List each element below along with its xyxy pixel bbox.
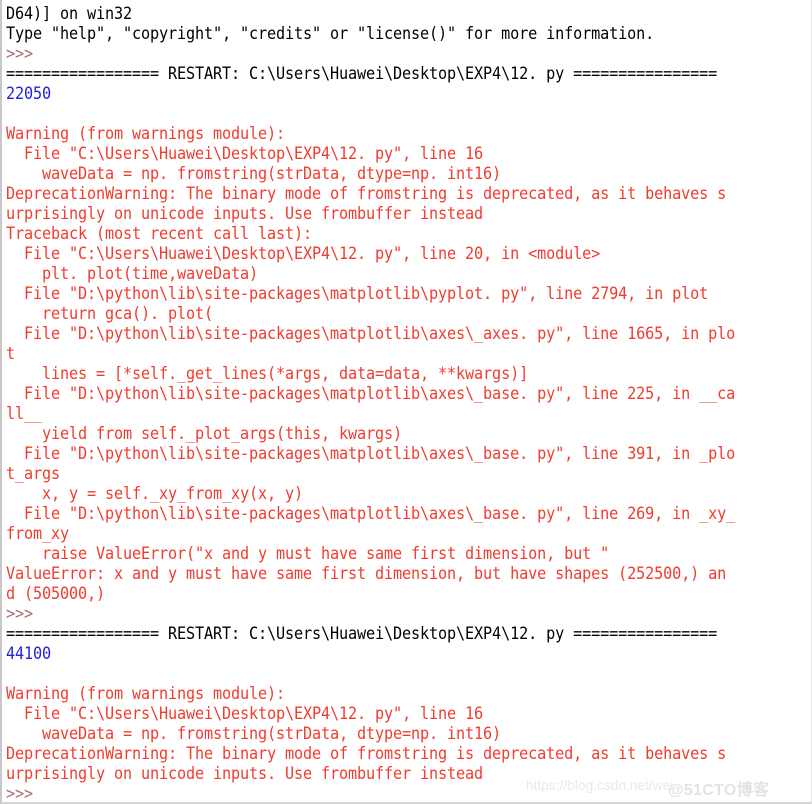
console-line: >>> (6, 44, 34, 63)
console-line: Type "help", "copyright", "credits" or "… (6, 24, 655, 43)
console-line: urprisingly on unicode inputs. Use fromb… (6, 764, 484, 783)
console-line: File "D:\python\lib\site-packages\matplo… (6, 444, 736, 463)
console-line: waveData = np. fromstring(strData, dtype… (6, 164, 502, 183)
console-line: File "D:\python\lib\site-packages\matplo… (6, 284, 709, 303)
console-line: yield from self._plot_args(this, kwargs) (6, 424, 403, 443)
console-line: t_args (6, 464, 61, 483)
console-line: >>> (6, 784, 34, 803)
console-line: 22050 (6, 84, 52, 103)
console-line: Warning (from warnings module): (6, 124, 286, 143)
console-line: return gca(). plot( (6, 304, 214, 323)
console-line: ================= RESTART: C:\Users\Huaw… (6, 64, 718, 83)
console-line: Warning (from warnings module): (6, 684, 286, 703)
console-line: d (505000,) (6, 584, 106, 603)
console-line: from_xy (6, 524, 70, 543)
console-line: File "D:\python\lib\site-packages\matplo… (6, 384, 736, 403)
console-line: raise ValueError("x and y must have same… (6, 544, 610, 563)
console-line: waveData = np. fromstring(strData, dtype… (6, 724, 502, 743)
console-line: 44100 (6, 644, 52, 663)
console-line: Traceback (most recent call last): (6, 224, 313, 243)
console-line: D64)] on win32 (6, 4, 133, 23)
console-output[interactable]: D64)] on win32 Type "help", "copyright", … (6, 4, 811, 803)
python-shell-window[interactable]: D64)] on win32 Type "help", "copyright", … (0, 0, 812, 804)
console-line: ValueError: x and y must have same first… (6, 564, 727, 583)
console-line: File "C:\Users\Huawei\Desktop\EXP4\12. p… (6, 144, 484, 163)
console-line: t (6, 344, 16, 363)
console-line: x, y = self._xy_from_xy(x, y) (6, 484, 304, 503)
console-line: File "C:\Users\Huawei\Desktop\EXP4\12. p… (6, 244, 601, 263)
console-line: plt. plot(time,waveData) (6, 264, 259, 283)
console-line: urprisingly on unicode inputs. Use fromb… (6, 204, 484, 223)
console-line: DeprecationWarning: The binary mode of f… (6, 184, 727, 203)
console-line: lines = [*self._get_lines(*args, data=da… (6, 364, 529, 383)
console-line: File "C:\Users\Huawei\Desktop\EXP4\12. p… (6, 704, 484, 723)
console-line: File "D:\python\lib\site-packages\matplo… (6, 504, 736, 523)
console-line: >>> (6, 604, 34, 623)
console-line: ================= RESTART: C:\Users\Huaw… (6, 624, 718, 643)
console-line: DeprecationWarning: The binary mode of f… (6, 744, 727, 763)
console-line: File "D:\python\lib\site-packages\matplo… (6, 324, 736, 343)
console-line: ll__ (6, 404, 43, 423)
